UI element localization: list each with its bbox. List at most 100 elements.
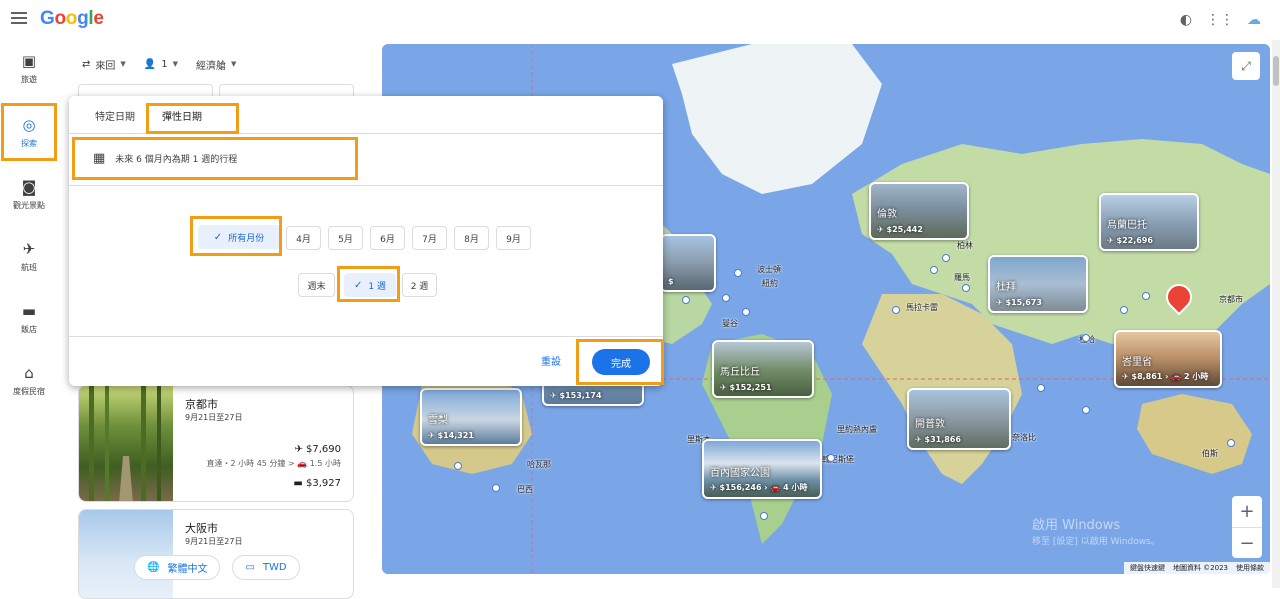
flight-price: ✈ $7,690: [294, 444, 341, 455]
month-chip-september[interactable]: 9月: [496, 226, 531, 250]
chevron-down-icon: ▼: [231, 60, 237, 68]
map-marker[interactable]: [1142, 292, 1150, 300]
map-marker[interactable]: [742, 308, 750, 316]
month-chip-june[interactable]: 6月: [370, 226, 405, 250]
map-marker[interactable]: [930, 266, 938, 274]
google-logo[interactable]: Google: [40, 8, 104, 30]
map-marker[interactable]: [454, 462, 462, 470]
top-bar: Google ◐ ⋮⋮ ☁: [0, 0, 1280, 40]
destination-card-sydney[interactable]: 雪梨 ✈ $14,321: [420, 388, 522, 446]
trip-dates: 9月21日至27日: [185, 537, 243, 546]
person-icon: 👤: [143, 58, 157, 70]
nav-hotels[interactable]: ▬ 飯店: [4, 292, 54, 344]
windows-watermark-sub: 移至 [設定] 以啟用 Windows。: [1032, 537, 1160, 547]
map-marker[interactable]: [492, 484, 500, 492]
destination-card-name: 馬丘比丘: [720, 367, 760, 378]
zoom-out-button[interactable]: −: [1232, 527, 1262, 558]
map-marker[interactable]: [682, 296, 690, 304]
destination-card-price: ✈ $15,673: [996, 298, 1042, 307]
nav-flights[interactable]: ✈ 航班: [4, 230, 54, 282]
result-card-kyoto[interactable]: 京都市 9月21日至27日 ✈ $7,690 直達・2 小時 45 分鐘 > 🚗…: [78, 385, 354, 502]
currency-icon: ▭: [245, 562, 255, 573]
drive-time: 4 小時: [783, 483, 808, 492]
month-chip-may[interactable]: 5月: [328, 226, 363, 250]
currency-button[interactable]: ▭ TWD: [232, 555, 300, 580]
swap-icon: ⇄: [82, 58, 91, 70]
map-label: 伯斯: [1202, 449, 1218, 458]
tab-specific-dates[interactable]: 特定日期: [95, 108, 135, 123]
destination-card-price: ✈ $153,174: [550, 391, 602, 400]
destination-card-price: ✈ $8,861 › 🚗 2 小時: [1122, 372, 1209, 381]
map-marker[interactable]: [760, 512, 768, 520]
map-label: 里約熱內盧: [837, 425, 877, 434]
chevron-down-icon: ▼: [172, 60, 178, 68]
destination-name: 大阪市: [185, 522, 218, 535]
price-value: $156,246: [719, 483, 762, 492]
price-value: $22,696: [1116, 236, 1153, 245]
map-marker[interactable]: [1120, 306, 1128, 314]
divider: [69, 336, 663, 337]
map-marker[interactable]: [1082, 334, 1090, 342]
destination-card-price: ✈ $25,442: [877, 225, 923, 234]
destination-card-dubai[interactable]: 杜拜 ✈ $15,673: [988, 255, 1088, 313]
month-chip-april[interactable]: 4月: [286, 226, 321, 250]
destination-card-ulaanbaatar[interactable]: 烏蘭巴托 ✈ $22,696: [1099, 193, 1199, 251]
nav-attractions[interactable]: ◙ 觀光景點: [4, 168, 54, 220]
cabin-value: 經濟艙: [196, 60, 226, 72]
map-marker[interactable]: [734, 269, 742, 277]
keyboard-shortcuts-link[interactable]: 鍵盤快速鍵: [1130, 563, 1165, 573]
fullscreen-button[interactable]: ⤢: [1232, 52, 1260, 80]
zoom-in-button[interactable]: +: [1232, 496, 1262, 527]
month-chip-july[interactable]: 7月: [412, 226, 447, 250]
map-marker[interactable]: [962, 284, 970, 292]
map-label: 曼谷: [722, 319, 738, 328]
destination-name: 京都市: [185, 398, 218, 411]
cabin-select[interactable]: 經濟艙 ▼: [196, 57, 236, 72]
destination-card-machu-picchu[interactable]: 馬丘比丘 ✈ $152,251: [712, 340, 814, 398]
nav-travel[interactable]: ▣ 旅遊: [4, 42, 54, 94]
map-marker[interactable]: [1082, 406, 1090, 414]
destination-card-london[interactable]: 倫敦 ✈ $25,442: [869, 182, 969, 240]
nav-label: 探索: [21, 138, 37, 148]
duration-chip-2-weeks[interactable]: 2 週: [402, 273, 437, 297]
duration-chip-weekend[interactable]: 週末: [298, 273, 335, 297]
apps-grid-icon[interactable]: ⋮⋮: [1206, 8, 1234, 32]
suitcase-icon: ▣: [21, 51, 37, 70]
map-marker[interactable]: [1037, 384, 1045, 392]
destination-card-bali[interactable]: 峇里省 ✈ $8,861 › 🚗 2 小時: [1114, 330, 1222, 388]
house-icon: ⌂: [24, 363, 34, 382]
account-avatar[interactable]: ☁: [1242, 8, 1266, 32]
highlight-box: [190, 216, 282, 256]
hotel-price-value: $3,927: [306, 478, 341, 489]
highlight-box: [146, 103, 239, 134]
windows-watermark: 啟用 Windows: [1032, 518, 1121, 533]
destination-card-cape-town[interactable]: 開普敦 ✈ $31,866: [907, 388, 1011, 450]
nav-label: 飯店: [21, 324, 37, 334]
flight-icon: ✈: [22, 239, 36, 258]
passengers-select[interactable]: 👤 1 ▼: [144, 59, 178, 70]
language-button[interactable]: 🌐 繁體中文: [134, 555, 221, 580]
menu-icon[interactable]: [11, 12, 27, 24]
scrollbar-thumb[interactable]: [1273, 56, 1279, 86]
dark-mode-icon[interactable]: ◐: [1174, 8, 1198, 32]
destination-card-torres-del-paine[interactable]: 百內國家公園 ✈ $156,246 › 🚗 4 小時: [702, 439, 822, 499]
month-chip-august[interactable]: 8月: [454, 226, 489, 250]
trip-dates: 9月21日至27日: [185, 413, 243, 422]
price-value: $14,321: [437, 431, 474, 440]
nav-explore[interactable]: ◎ 探索: [1, 103, 57, 161]
nav-vacation-rentals[interactable]: ⌂ 度假民宿: [4, 354, 54, 406]
calendar-icon: ▦: [93, 151, 106, 166]
reset-button[interactable]: 重設: [541, 353, 561, 368]
terms-link[interactable]: 使用條款: [1236, 563, 1264, 573]
map-marker[interactable]: [942, 254, 950, 262]
map-marker[interactable]: [1227, 439, 1235, 447]
destination-card-new-york[interactable]: $: [660, 234, 716, 292]
map-marker[interactable]: [892, 306, 900, 314]
trip-type-select[interactable]: ⇄ 來回 ▼: [82, 57, 126, 72]
map-marker[interactable]: [827, 454, 835, 462]
page-scrollbar[interactable]: [1272, 40, 1280, 588]
destination-card-price: ✈ $152,251: [720, 383, 772, 392]
search-options: ⇄ 來回 ▼ 👤 1 ▼ 經濟艙 ▼: [82, 54, 236, 74]
map-marker[interactable]: [722, 294, 730, 302]
result-card-osaka[interactable]: 大阪市 9月21日至27日: [78, 509, 354, 599]
